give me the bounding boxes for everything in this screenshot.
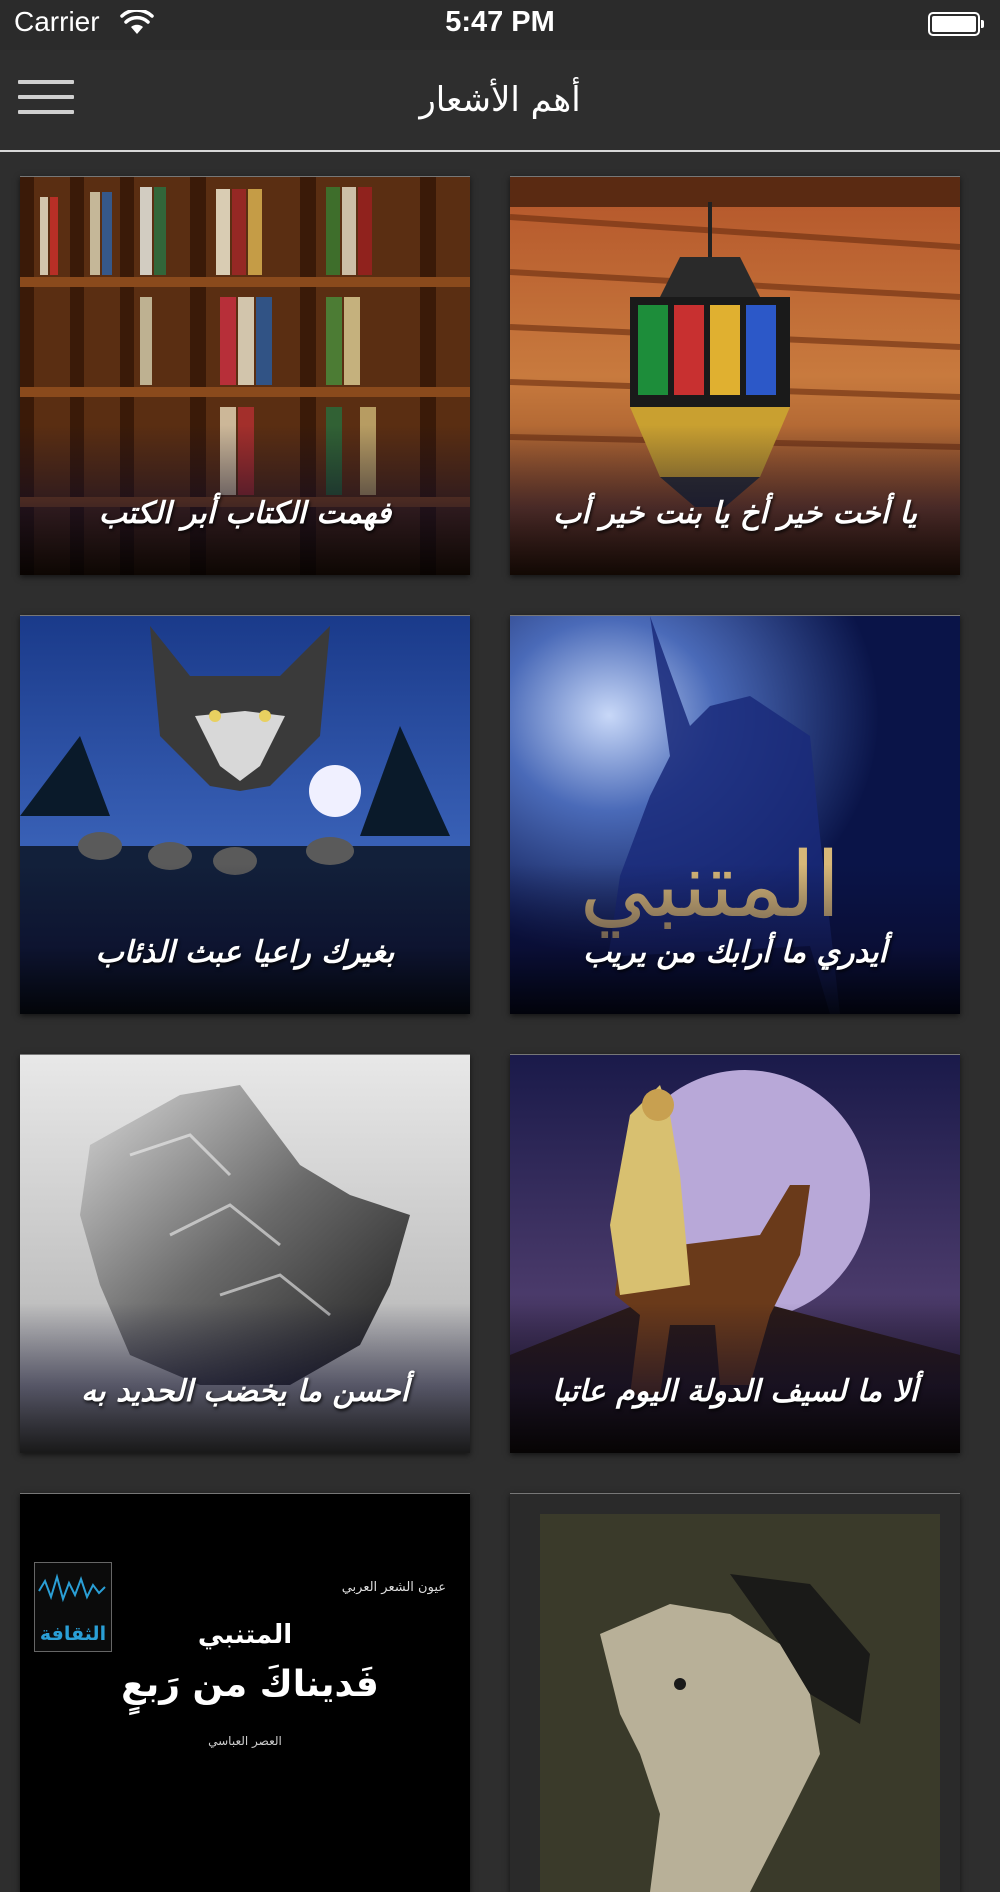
radio-logo-icon: الثقافة (34, 1562, 112, 1652)
poem-grid: يا أخت خير أخ يا بنت خير أب فهمت الكتاب … (0, 152, 1000, 1892)
page-title: أهم الأشعار (419, 80, 581, 120)
poem-card[interactable]: يا أخت خير أخ يا بنت خير أب (510, 176, 960, 575)
poem-card[interactable]: فهمت الكتاب أبر الكتب (20, 176, 470, 575)
poster-poet: المتنبي (197, 1620, 293, 1650)
poem-card[interactable] (510, 1493, 960, 1892)
poem-card[interactable]: ألا ما لسيف الدولة اليوم عاتبا (510, 1054, 960, 1453)
poem-title: ألا ما لسيف الدولة اليوم عاتبا (551, 1374, 918, 1409)
poem-title: يا أخت خير أخ يا بنت خير أب (553, 496, 917, 531)
poster-era: العصر العباسي (208, 1734, 282, 1748)
poem-title: أحسن ما يخضب الحديد به (81, 1374, 409, 1409)
navigation-bar: أهم الأشعار (0, 50, 1000, 152)
hamburger-menu-icon[interactable] (18, 80, 74, 120)
poem-card[interactable]: المتنبي أيدري ما أرابك من يريب (510, 615, 960, 1014)
logo-label: الثقافة (39, 1623, 107, 1645)
poster-series: عيون الشعر العربي (341, 1580, 446, 1595)
horse-image (510, 1494, 960, 1892)
status-bar: Carrier 5:47 PM (0, 0, 1000, 50)
poem-card[interactable]: بغيرك راعيا عبث الذئاب (20, 615, 470, 1014)
battery-icon (928, 12, 984, 36)
poem-card[interactable]: أحسن ما يخضب الحديد به (20, 1054, 470, 1453)
clock: 5:47 PM (445, 6, 555, 38)
poem-title: فهمت الكتاب أبر الكتب (98, 496, 392, 531)
poem-card[interactable]: الثقافة عيون الشعر العربي المتنبي فَدينا… (20, 1493, 470, 1892)
poem-title: بغيرك راعيا عبث الذئاب (95, 935, 395, 970)
poster-title: فَديناكَ من رَبعٍ (121, 1664, 379, 1705)
poem-title: أيدري ما أرابك من يريب (583, 935, 887, 970)
